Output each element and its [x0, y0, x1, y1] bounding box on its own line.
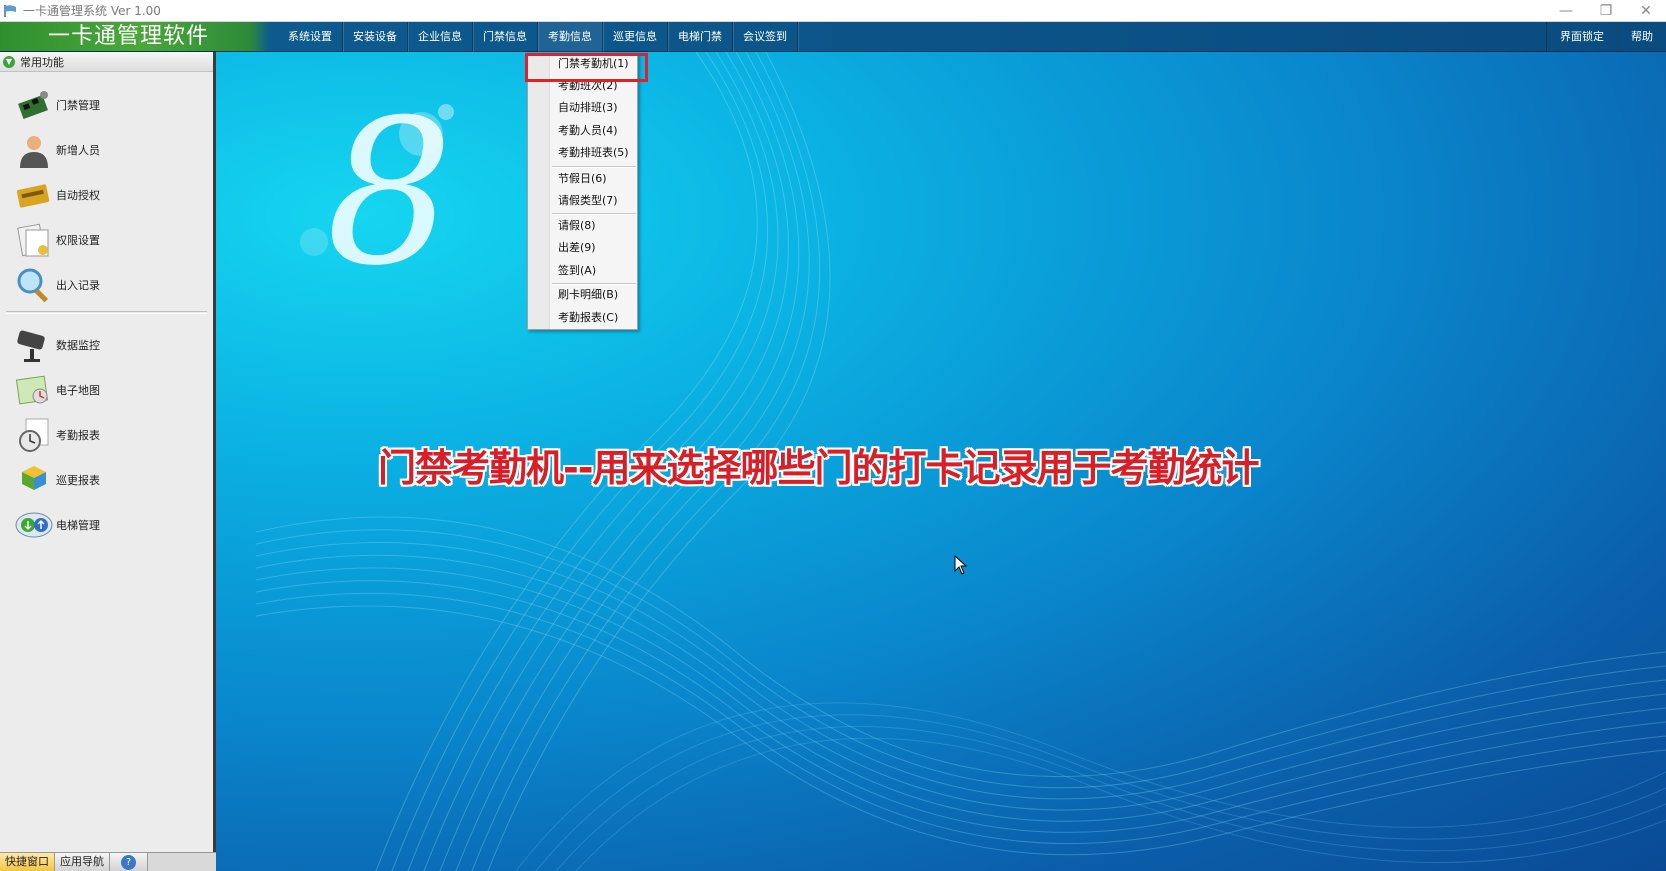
sidebar-item-label: 门禁管理 — [56, 98, 100, 112]
card-icon — [16, 183, 50, 208]
menu-meeting-signin[interactable]: 会议签到 — [733, 22, 798, 52]
mouse-cursor-icon — [954, 555, 968, 575]
menu-item-attendance-staff[interactable]: 考勤人员(4) — [558, 122, 618, 140]
sidebar-item-permission-settings[interactable]: 权限设置 — [0, 217, 213, 262]
close-button[interactable]: ✕ — [1626, 0, 1666, 22]
sidebar-item-access-management[interactable]: 门禁管理 — [0, 82, 213, 127]
sidebar-item-label: 电子地图 — [56, 383, 100, 397]
sidebar-item-label: 考勤报表 — [56, 428, 100, 442]
app-name: 一卡通管理软件 — [48, 24, 210, 49]
sidebar-item-auto-authorize[interactable]: 自动授权 — [0, 172, 213, 217]
menu-elevator-access[interactable]: 电梯门禁 — [668, 22, 733, 52]
svg-text:8: 8 — [326, 82, 453, 282]
app-flag-icon — [4, 4, 16, 17]
menu-item-swipe-details[interactable]: 刷卡明细(B) — [558, 286, 618, 304]
menu-install-devices[interactable]: 安装设备 — [343, 22, 408, 52]
menubar: 一卡通管理软件 系统设置 安装设备 企业信息 门禁信息 考勤信息 巡更信息 电梯… — [0, 22, 1666, 52]
sidebar-item-electronic-map[interactable]: 电子地图 — [0, 367, 213, 412]
menu-separator — [552, 283, 636, 285]
restore-button[interactable]: ❐ — [1586, 0, 1626, 22]
menu-separator — [552, 213, 636, 215]
person-icon — [20, 135, 48, 168]
window-titlebar: 一卡通管理系统 Ver 1.00 — ❐ ✕ — [0, 0, 1666, 22]
sidebar-divider — [6, 311, 207, 314]
logo-8-icon: 8 — [300, 82, 454, 282]
menu-help[interactable]: 帮助 — [1617, 22, 1666, 52]
highlight-box — [525, 53, 648, 82]
circuit-board-icon — [18, 90, 48, 119]
tab-quick-window[interactable]: 快捷窗口 — [0, 853, 55, 871]
menu-lock-interface[interactable]: 界面锁定 — [1546, 22, 1617, 52]
sidebar-item-label: 巡更报表 — [56, 473, 100, 487]
sidebar-item-patrol-report[interactable]: 巡更报表 — [0, 457, 213, 502]
blocks-icon — [22, 465, 46, 490]
clock-icon — [19, 418, 49, 452]
menu-access-info[interactable]: 门禁信息 — [473, 22, 538, 52]
menu-item-schedule-table[interactable]: 考勤排班表(5) — [558, 144, 629, 162]
menu-item-leave[interactable]: 请假(8) — [558, 217, 596, 235]
camera-icon — [17, 330, 45, 362]
sidebar-item-access-records[interactable]: 出入记录 — [0, 262, 213, 307]
sidebar-item-label: 权限设置 — [56, 233, 100, 247]
menu-item-holidays[interactable]: 节假日(6) — [558, 170, 607, 188]
window-title: 一卡通管理系统 Ver 1.00 — [23, 4, 161, 18]
collapse-icon[interactable]: ▼ — [3, 55, 15, 68]
menu-item-auto-schedule[interactable]: 自动排班(3) — [558, 99, 618, 117]
sidebar-group-common: 门禁管理 新增人员 自动授权 权限设置 出入记录 — [0, 72, 213, 307]
documents-icon — [17, 223, 49, 256]
sidebar: ▼ 常用功能 门禁管理 新增人员 自动授权 权限设置 出入记录 数据监控 电子地… — [0, 52, 216, 852]
tab-help[interactable]: ? — [110, 853, 148, 871]
sidebar-item-elevator-management[interactable]: 电梯管理 — [0, 502, 213, 547]
elevator-arrows-icon — [15, 512, 53, 537]
sidebar-header[interactable]: ▼ 常用功能 — [0, 52, 213, 72]
menu-company-info[interactable]: 企业信息 — [408, 22, 473, 52]
sidebar-item-label: 新增人员 — [56, 143, 100, 157]
menu-separator — [552, 166, 636, 168]
sidebar-group-reports: 数据监控 电子地图 考勤报表 巡更报表 电梯管理 — [0, 318, 213, 547]
caption-overlay: 门禁考勤机--用来选择哪些门的打卡记录用于考勤统计 — [378, 446, 1260, 490]
sidebar-item-attendance-report[interactable]: 考勤报表 — [0, 412, 213, 457]
menu-item-sign-in[interactable]: 签到(A) — [558, 262, 596, 280]
sidebar-item-label: 电梯管理 — [56, 518, 100, 532]
menu-patrol-info[interactable]: 巡更信息 — [603, 22, 668, 52]
sidebar-item-add-person[interactable]: 新增人员 — [0, 127, 213, 172]
menu-item-leave-types[interactable]: 请假类型(7) — [558, 192, 618, 210]
magnifier-icon — [17, 268, 49, 302]
menu-system-settings[interactable]: 系统设置 — [278, 22, 343, 52]
menu-item-attendance-report[interactable]: 考勤报表(C) — [558, 309, 618, 327]
tab-app-navigation[interactable]: 应用导航 — [55, 853, 110, 871]
sidebar-item-label: 出入记录 — [56, 278, 100, 292]
sidebar-item-data-monitor[interactable]: 数据监控 — [0, 322, 213, 367]
sidebar-header-label: 常用功能 — [20, 55, 64, 69]
minimize-button[interactable]: — — [1546, 0, 1586, 22]
map-icon — [15, 375, 49, 404]
help-icon: ? — [121, 854, 136, 870]
menu-attendance-info[interactable]: 考勤信息 — [538, 22, 603, 52]
sidebar-item-label: 自动授权 — [56, 188, 100, 202]
menu-item-business-trip[interactable]: 出差(9) — [558, 239, 596, 257]
bottom-tabs: 快捷窗口 应用导航 ? — [0, 852, 216, 871]
attendance-dropdown-menu: 门禁考勤机(1) 考勤班次(2) 自动排班(3) 考勤人员(4) 考勤排班表(5… — [527, 53, 638, 330]
sidebar-item-label: 数据监控 — [56, 338, 100, 352]
